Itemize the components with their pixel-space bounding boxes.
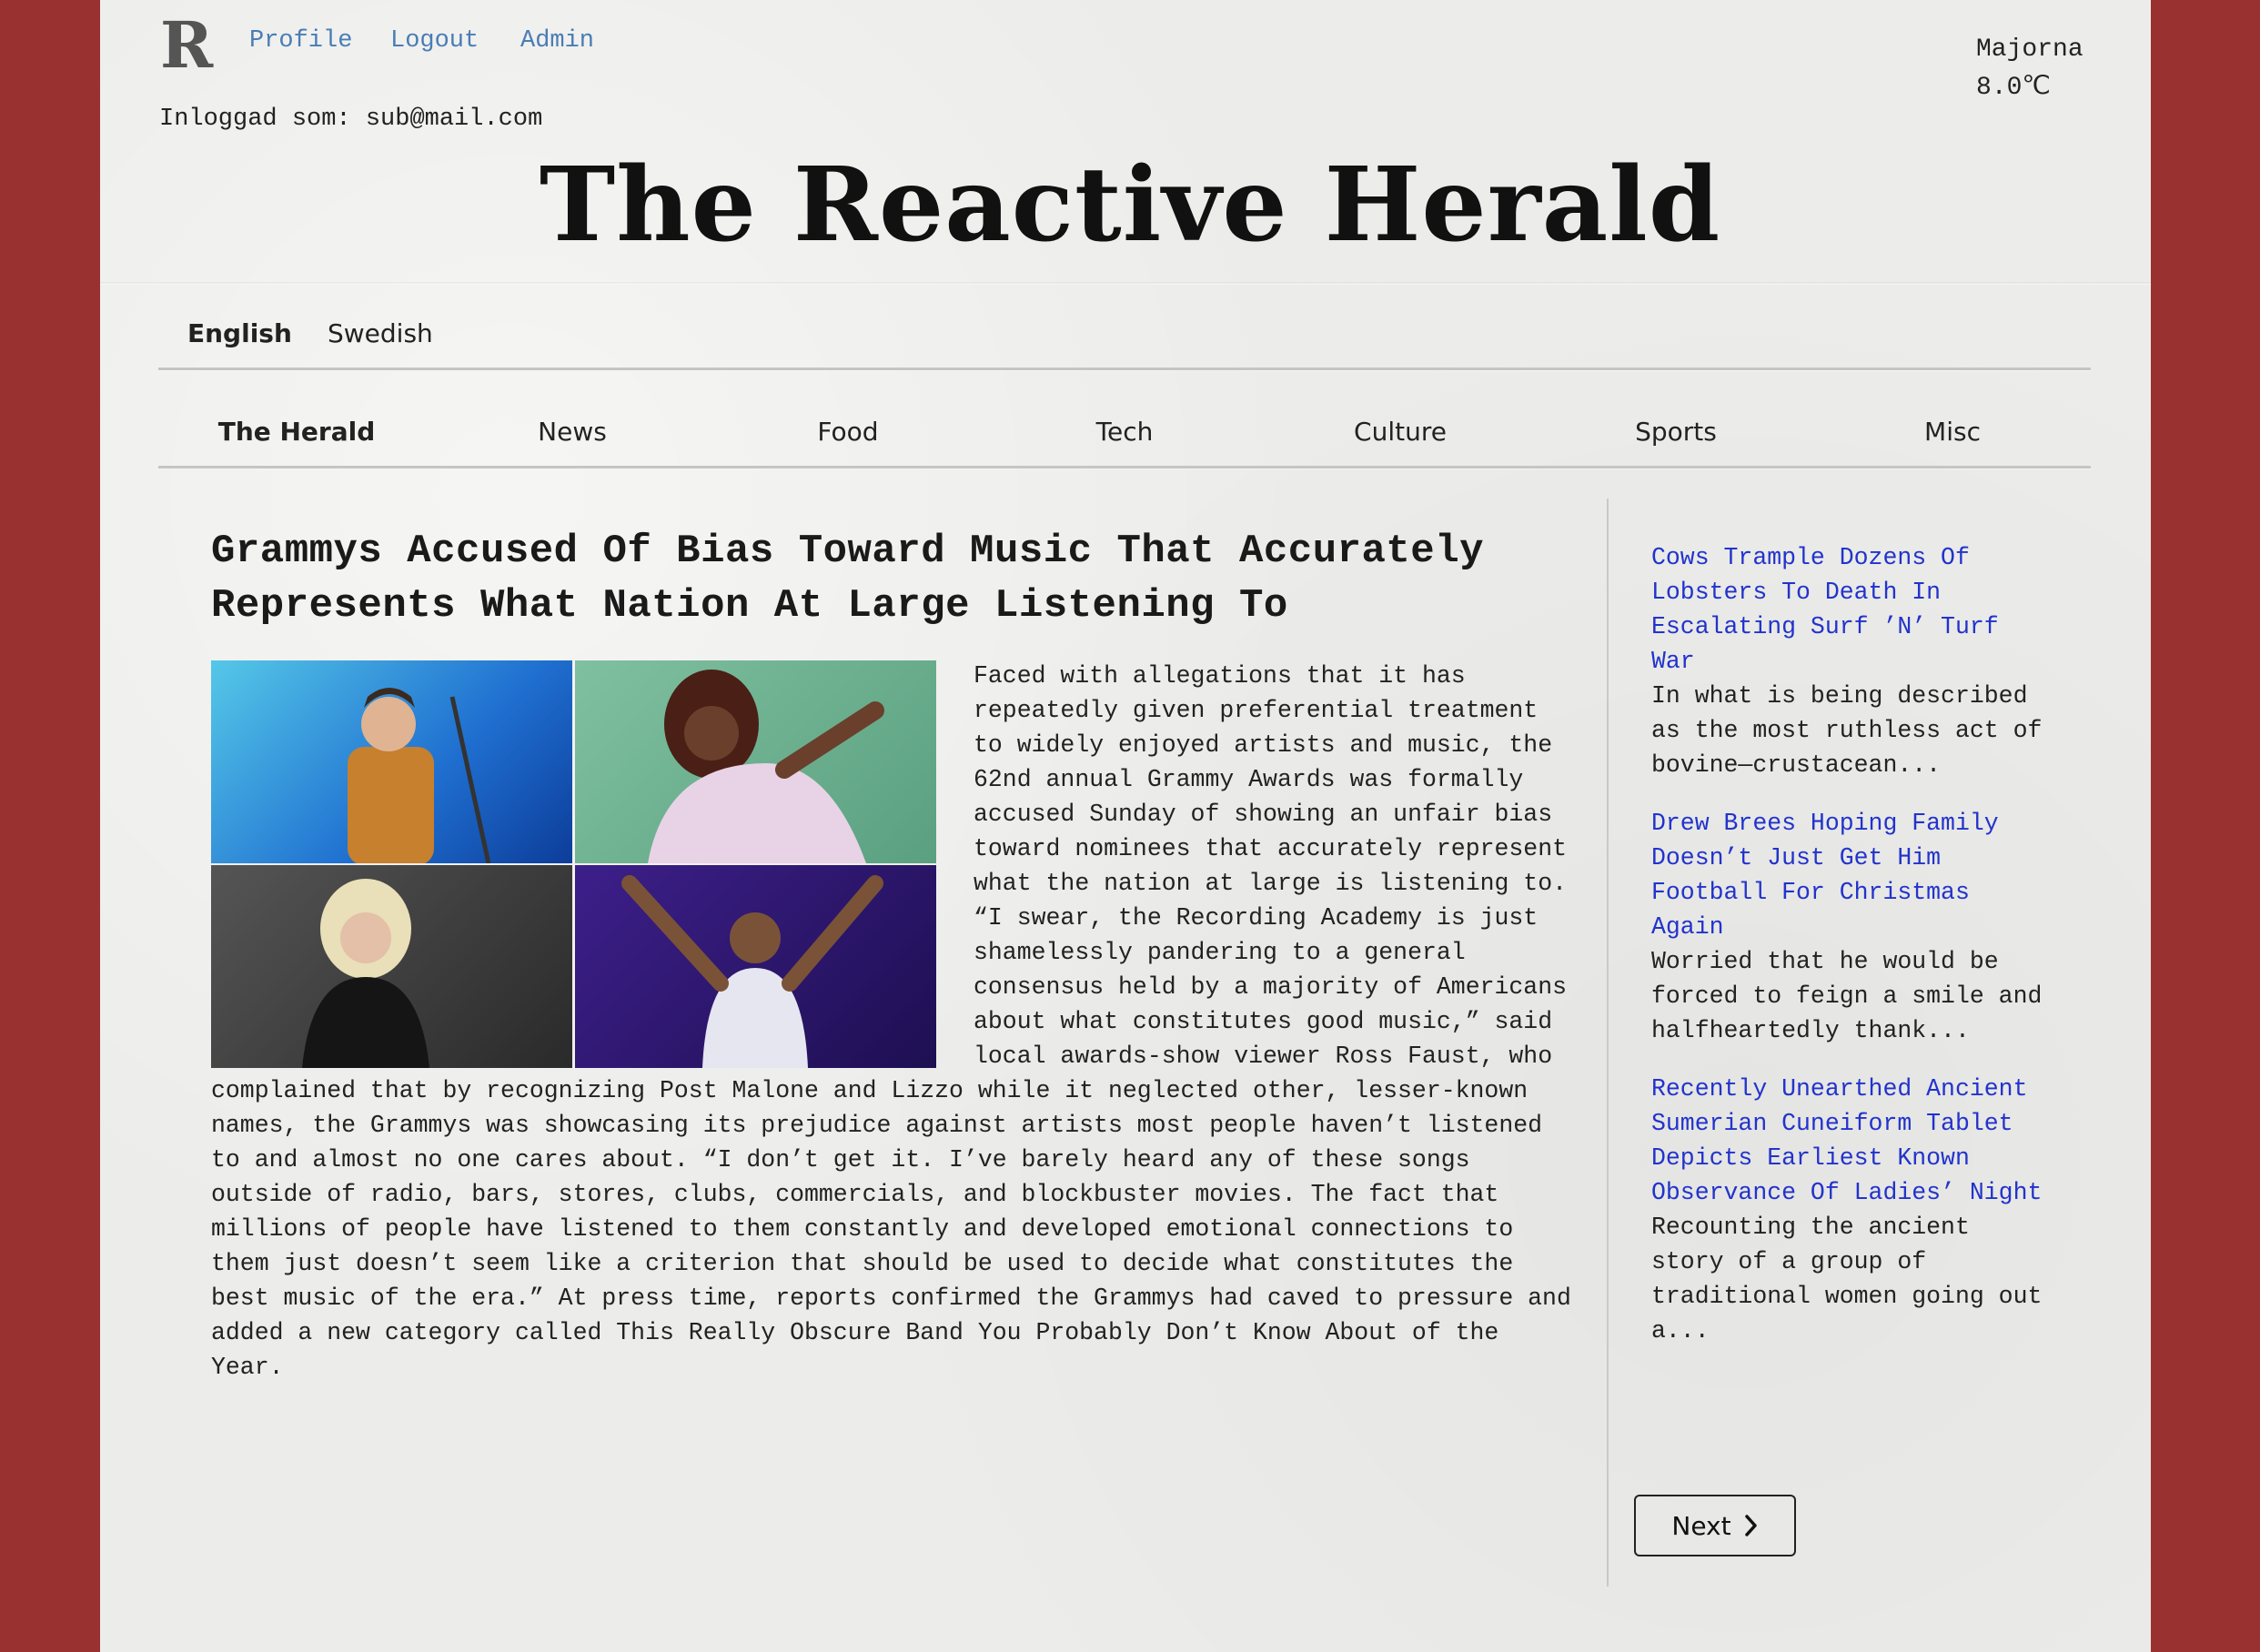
language-divider xyxy=(158,368,2091,371)
masthead-title: The Reactive Herald xyxy=(539,146,1721,265)
weather-widget: Majorna 8.0℃ xyxy=(1976,31,2083,107)
related-article-snippet: In what is being described as the most r… xyxy=(1651,682,2043,779)
next-button[interactable]: Next xyxy=(1634,1495,1796,1556)
sidebar-divider xyxy=(1607,499,1609,1587)
admin-link[interactable]: Admin xyxy=(520,27,594,55)
category-misc[interactable]: Misc xyxy=(1924,417,1981,447)
chevron-right-icon xyxy=(1744,1515,1757,1536)
performer-rapper-icon xyxy=(621,875,883,1068)
performer-singer-icon xyxy=(648,670,884,863)
related-article[interactable]: Drew Brees Hoping Family Doesn’t Just Ge… xyxy=(1651,806,2052,1048)
category-the-herald[interactable]: The Herald xyxy=(218,417,376,447)
weather-temperature: 8.0℃ xyxy=(1976,74,2051,102)
herald-logo[interactable]: R xyxy=(160,9,215,82)
article-title: Grammys Accused Of Bias Toward Music Tha… xyxy=(211,529,1485,629)
category-news[interactable]: News xyxy=(538,417,607,447)
article-image xyxy=(211,660,937,1068)
related-article-title[interactable]: Cows Trample Dozens Of Lobsters To Death… xyxy=(1651,540,2052,679)
performer-guitarist-icon xyxy=(348,688,491,863)
profile-link[interactable]: Profile xyxy=(249,27,352,55)
related-article-title[interactable]: Drew Brees Hoping Family Doesn’t Just Ge… xyxy=(1651,806,2052,944)
related-article-snippet: Recounting the ancient story of a group … xyxy=(1651,1214,2043,1345)
category-tech[interactable]: Tech xyxy=(1096,417,1154,447)
performer-photo xyxy=(575,660,936,863)
performer-blonde-icon xyxy=(302,879,429,1068)
performer-photo xyxy=(211,660,572,863)
logout-link[interactable]: Logout xyxy=(390,27,479,55)
performer-photo xyxy=(575,865,936,1068)
language-swedish[interactable]: Swedish xyxy=(328,318,433,348)
related-article[interactable]: Cows Trample Dozens Of Lobsters To Death… xyxy=(1651,540,2052,782)
related-article[interactable]: Recently Unearthed Ancient Sumerian Cune… xyxy=(1651,1072,2052,1348)
category-culture[interactable]: Culture xyxy=(1354,417,1447,447)
next-button-label: Next xyxy=(1671,1510,1731,1541)
category-food[interactable]: Food xyxy=(817,417,878,447)
related-article-snippet: Worried that he would be forced to feign… xyxy=(1651,948,2043,1044)
logged-in-status: Inloggad som: sub@mail.com xyxy=(159,106,543,133)
related-article-title[interactable]: Recently Unearthed Ancient Sumerian Cune… xyxy=(1651,1072,2052,1210)
main-article: Grammys Accused Of Bias Toward Music Tha… xyxy=(211,524,1576,1385)
paper-fold xyxy=(100,282,2151,285)
language-english[interactable]: English xyxy=(187,318,292,348)
related-articles-sidebar: Cows Trample Dozens Of Lobsters To Death… xyxy=(1651,540,2052,1372)
category-divider xyxy=(158,466,2091,469)
category-sports[interactable]: Sports xyxy=(1635,417,1717,447)
performer-photo xyxy=(211,865,572,1068)
weather-location: Majorna xyxy=(1976,35,2083,64)
